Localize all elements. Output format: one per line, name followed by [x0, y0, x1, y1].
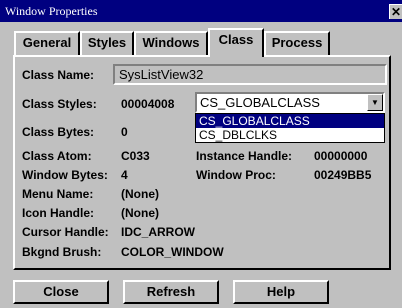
class-styles-label: Class Styles: — [22, 97, 97, 111]
class-atom-value: C033 — [121, 149, 150, 163]
menu-name-value: (None) — [121, 187, 159, 201]
icon-handle-label: Icon Handle: — [22, 206, 95, 220]
window-bytes-value: 4 — [121, 168, 128, 182]
help-button[interactable]: Help — [233, 280, 329, 304]
class-styles-value: 00004008 — [121, 97, 175, 111]
tab-label: Process — [271, 35, 323, 50]
window-properties-dialog: Window Properties ✕ General Styles Windo… — [0, 0, 402, 308]
chevron-down-icon[interactable]: ▼ — [367, 94, 383, 111]
instance-handle-label: Instance Handle: — [196, 149, 293, 163]
menu-name-label: Menu Name: — [22, 187, 94, 201]
instance-handle-value: 00000000 — [314, 149, 368, 163]
class-name-field[interactable]: SysListView32 — [113, 64, 387, 85]
tab-windows[interactable]: Windows — [134, 31, 208, 55]
class-name-label: Class Name: — [22, 68, 95, 82]
class-styles-dropdown[interactable]: CS_GLOBALCLASS ▼ — [195, 92, 385, 113]
list-item[interactable]: CS_GLOBALCLASS — [196, 114, 384, 128]
tab-label: Class — [218, 32, 254, 47]
tab-process[interactable]: Process — [264, 31, 330, 55]
icon-handle-value: (None) — [121, 206, 159, 220]
close-icon[interactable]: ✕ — [389, 4, 402, 19]
tab-label: General — [22, 35, 72, 50]
window-bytes-label: Window Bytes: — [22, 168, 108, 182]
class-styles-selected: CS_GLOBALCLASS — [200, 95, 320, 110]
bkgnd-brush-label: Bkgnd Brush: — [22, 245, 102, 259]
cursor-handle-value: IDC_ARROW — [121, 225, 195, 239]
close-button[interactable]: Close — [13, 280, 109, 304]
refresh-button[interactable]: Refresh — [123, 280, 219, 304]
class-bytes-label: Class Bytes: — [22, 125, 95, 139]
class-bytes-value: 0 — [121, 125, 128, 139]
window-proc-label: Window Proc: — [196, 168, 276, 182]
tab-label: Styles — [87, 35, 127, 50]
title-bar[interactable]: Window Properties ✕ — [0, 0, 402, 22]
tab-label: Windows — [142, 35, 200, 50]
window-title: Window Properties — [5, 4, 98, 18]
bkgnd-brush-value: COLOR_WINDOW — [121, 245, 224, 259]
class-styles-listbox[interactable]: CS_GLOBALCLASS CS_DBLCLKS — [195, 113, 385, 143]
class-atom-label: Class Atom: — [22, 149, 92, 163]
window-proc-value: 00249BB5 — [314, 168, 372, 182]
tab-general[interactable]: General — [14, 31, 80, 55]
cursor-handle-label: Cursor Handle: — [22, 225, 109, 239]
list-item[interactable]: CS_DBLCLKS — [196, 128, 384, 142]
tab-class[interactable]: Class — [208, 28, 264, 57]
tab-styles[interactable]: Styles — [80, 31, 134, 55]
